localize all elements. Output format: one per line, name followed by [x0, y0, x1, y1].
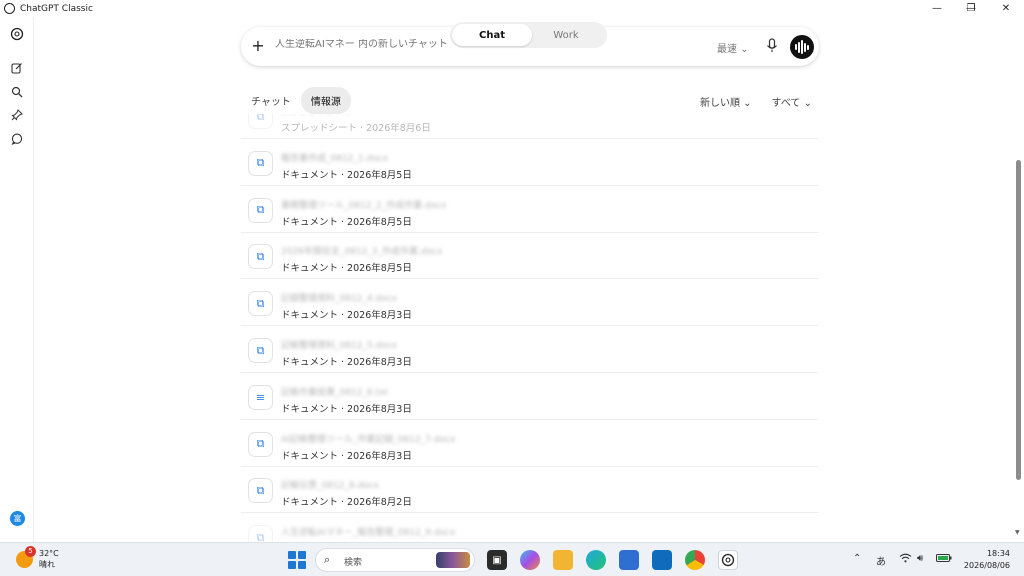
wifi-icon[interactable]	[899, 553, 912, 566]
pin-icon[interactable]	[9, 107, 25, 123]
file-meta: ドキュメント · 2026年8月3日	[281, 357, 412, 368]
work-mode-button[interactable]: Work	[526, 24, 606, 46]
temperature: 32°C	[39, 549, 59, 558]
sort-dropdown[interactable]: 新しい順 ⌄	[700, 94, 752, 109]
store-icon[interactable]	[619, 550, 639, 570]
search-highlight-image	[436, 552, 470, 568]
minimize-window-button[interactable]: —	[920, 0, 954, 17]
chrome-icon[interactable]	[685, 550, 705, 570]
scroll-down-arrow-icon[interactable]: ▼	[1015, 529, 1020, 536]
windows-taskbar: 5 32°C 晴れ ⌕ 検索 ▣ ⌃ あ 🔊︎ 18:34 2026/08/06	[0, 542, 1024, 576]
scrollbar-thumb[interactable]	[1016, 160, 1021, 480]
file-name: 記録整理資料_0812_4.docx	[281, 294, 397, 305]
file-name: 報告書作成_0812_1.docx	[281, 153, 388, 164]
task-view-icon[interactable]: ▣	[487, 550, 507, 570]
sheet-icon: ⧉	[248, 114, 273, 129]
doc-icon: ⧉	[248, 338, 273, 363]
search-icon[interactable]	[9, 84, 25, 100]
file-name: 記帳整理資料_0812_5.docx	[281, 341, 397, 351]
weather-widget[interactable]: 5 32°C 晴れ	[16, 545, 59, 570]
text-icon: ≡	[248, 384, 273, 410]
scrollbar[interactable]: ▼	[1014, 17, 1024, 542]
taskbar-search-label: 検索	[344, 558, 363, 568]
copilot-icon[interactable]	[520, 550, 540, 570]
clock-date: 2026/08/06	[963, 561, 1010, 570]
openai-logo-icon[interactable]	[9, 26, 25, 42]
file-meta: ドキュメント · 2026年8月5日	[281, 263, 412, 275]
doc-icon: ⧉	[248, 525, 273, 542]
taskbar-search[interactable]: ⌕ 検索	[315, 548, 475, 572]
doc-icon: ⧉	[248, 197, 273, 223]
doc-icon: ⧉	[248, 478, 273, 504]
sun-icon: 5	[16, 545, 36, 568]
add-attachment-button[interactable]: +	[250, 36, 266, 56]
sidebar: 富	[0, 17, 34, 542]
tab-chats[interactable]: チャット	[241, 87, 301, 114]
battery-icon[interactable]	[936, 553, 952, 566]
file-meta: ドキュメント · 2026年8月2日	[281, 497, 412, 509]
doc-icon: ⧉	[248, 244, 273, 270]
doc-icon: ⧉	[248, 431, 273, 457]
list-item[interactable]: ⧉ 業務整理ツール_0812_2_作成作業.docx ドキュメント · 2026年8…	[241, 187, 819, 233]
file-name: 2026年間収支_0812_3_作成作業.docx	[281, 247, 443, 258]
file-name: スプレッドシート	[281, 114, 353, 117]
file-name: 業務整理ツール_0812_2_作成作業.docx	[281, 200, 447, 211]
file-meta: ドキュメント · 2026年8月5日	[281, 169, 412, 181]
app-window: ChatGPT Classic — — ❐ ✕ 富 + Chat Work	[0, 0, 1024, 542]
source-file-list: ⧉ スプレッドシートスプレッドシート · 2026年8月6日 ⧉ 報告書作成_0812…	[241, 114, 819, 542]
list-item[interactable]: ⧉人生逆転AIマネー_報告整理_0812_9.docxドキュメント · 2026…	[241, 514, 819, 542]
ime-indicator[interactable]: あ	[876, 553, 886, 568]
file-name: 記帳伝票_0812_8.docx	[281, 481, 379, 492]
list-filters: 新しい順 ⌄ すべて ⌄	[700, 94, 812, 109]
file-meta: スプレッドシート · 2026年8月6日	[281, 123, 431, 134]
edge-browser-icon[interactable]	[586, 550, 606, 570]
list-item[interactable]: ⧉ AI記帳整理ツール_作業記録_0812_7.docx ドキュメント · 2026…	[241, 421, 819, 467]
notification-badge: 5	[25, 545, 36, 557]
list-item[interactable]: ⧉ 記帳整理資料_0812_5.docx ドキュメント · 2026年8月3日	[241, 327, 819, 373]
doc-icon: ⧉	[248, 291, 273, 317]
window-title: ChatGPT Classic	[20, 3, 93, 14]
voice-mode-button[interactable]	[790, 35, 814, 59]
file-meta: ドキュメント · 2026年8月5日	[281, 216, 412, 228]
search-icon: ⌕	[324, 553, 331, 566]
new-chat-icon[interactable]	[9, 60, 25, 76]
list-item[interactable]: ≡ 記帳作業結果_0812_6.txt ドキュメント · 2026年8月3日	[241, 374, 819, 420]
file-explorer-icon[interactable]	[553, 550, 573, 570]
waveform-icon	[795, 44, 797, 50]
mode-toggle: Chat Work	[450, 22, 607, 48]
doc-icon: ⧉	[248, 150, 273, 176]
chatgpt-logo-icon	[4, 3, 15, 14]
avatar[interactable]: 富	[10, 511, 25, 526]
microphone-icon[interactable]	[766, 38, 778, 54]
restore-window-button[interactable]: ❐	[954, 0, 988, 17]
clock-time: 18:34	[986, 549, 1010, 558]
file-meta: ドキュメント · 2026年8月3日	[281, 310, 412, 322]
list-item[interactable]: ⧉ スプレッドシートスプレッドシート · 2026年8月6日	[241, 114, 819, 139]
close-window-button[interactable]: ✕	[989, 0, 1023, 17]
chat-input[interactable]	[275, 39, 475, 50]
file-name: 記帳作業結果_0812_6.txt	[281, 387, 388, 398]
weather-condition: 晴れ	[39, 560, 55, 569]
project-tabs: チャット 情報源	[241, 86, 351, 114]
list-item[interactable]: ⧉ 記帳伝票_0812_8.docx ドキュメント · 2026年8月2日	[241, 467, 819, 514]
title-bar: ChatGPT Classic — — ❐ ✕	[0, 0, 1024, 17]
volume-icon[interactable]: 🔊︎	[917, 553, 923, 564]
chat-bubble-icon[interactable]	[9, 131, 25, 147]
show-hidden-icons-chevron-icon[interactable]: ⌃	[853, 553, 861, 564]
start-button[interactable]	[288, 551, 306, 569]
model-selector[interactable]: 最速 ⌄	[717, 40, 749, 55]
file-name: 人生逆転AIマネー_報告整理_0812_9.docx	[281, 528, 456, 539]
scope-dropdown[interactable]: すべて ⌄	[772, 94, 812, 109]
file-meta: ドキュメント · 2026年8月3日	[281, 403, 412, 415]
list-item[interactable]: ⧉ 報告書作成_0812_1.docx ドキュメント · 2026年8月5日	[241, 140, 819, 186]
system-clock[interactable]: 18:34 2026/08/06	[964, 548, 1010, 572]
chatgpt-taskbar-icon[interactable]	[718, 550, 738, 570]
file-meta: ドキュメント · 2026年8月3日	[281, 450, 412, 462]
chat-mode-button[interactable]: Chat	[452, 24, 532, 46]
list-item[interactable]: ⧉ 記録整理資料_0812_4.docx ドキュメント · 2026年8月3日	[241, 280, 819, 327]
file-name: AI記帳整理ツール_作業記録_0812_7.docx	[281, 434, 456, 445]
outlook-icon[interactable]	[652, 550, 672, 570]
tab-sources[interactable]: 情報源	[300, 86, 351, 114]
list-item[interactable]: ⧉ 2026年間収支_0812_3_作成作業.docx ドキュメント · 2026年…	[241, 233, 819, 280]
